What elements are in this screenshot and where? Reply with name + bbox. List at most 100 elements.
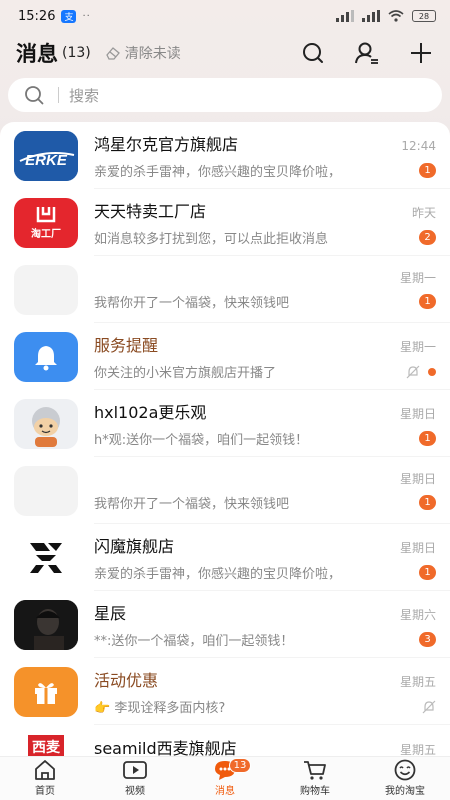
cartoon-avatar-icon: [32, 406, 60, 447]
list-item[interactable]: 闪魔旗舰店 星期日 亲爱的杀手雷神，你感兴趣的宝贝降价啦， 1: [0, 524, 450, 591]
conversation-name: hxl102a更乐观: [94, 403, 207, 422]
bell-icon: [35, 345, 57, 370]
tab-video[interactable]: 视频: [90, 757, 180, 800]
unread-badge: 2: [419, 230, 436, 245]
conversation-time: 星期日: [399, 407, 436, 421]
taogongchang-logo-icon: [36, 207, 56, 223]
conversation-time: 星期一: [399, 270, 436, 285]
conversation-preview: 我帮你开了一个福袋，快来领钱吧: [94, 496, 290, 512]
conversation-preview: 👉 李现诠释多面内核?: [94, 701, 226, 716]
pointing-hand-icon: 👉: [94, 701, 111, 716]
avatar-placeholder: [14, 264, 78, 315]
tab-label: 消息: [215, 786, 235, 797]
conversation-preview: 亲爱的杀手雷神，你感兴趣的宝贝降价啦，: [94, 567, 342, 582]
battery-icon: 28: [412, 10, 436, 22]
tab-label: 我的淘宝: [385, 786, 425, 797]
alipay-notification-icon: 支: [61, 9, 77, 23]
contacts-button[interactable]: [354, 40, 380, 66]
conversation-preview: 我帮你开了一个福袋，快来领钱吧: [94, 295, 290, 311]
conversation-time: 星期六: [399, 608, 436, 622]
portrait-photo-icon: [14, 599, 78, 650]
conversation-time: 星期五: [399, 675, 436, 689]
video-icon: [123, 761, 147, 779]
unread-badge: 1: [419, 293, 436, 309]
taogongchang-logo-text: 淘工厂: [31, 229, 61, 240]
muted-icon: [406, 365, 420, 378]
conversation-name: 星辰: [94, 604, 127, 623]
status-time: 15:26: [18, 8, 56, 24]
list-item[interactable]: 服务提醒 星期一 你关注的小米官方旗舰店开播了: [0, 323, 450, 390]
conversation-preview: **:送你一个福袋，咱们一起领钱！: [94, 634, 294, 649]
list-item[interactable]: 星辰 星期六 **:送你一个福袋，咱们一起领钱！ 3: [0, 591, 450, 658]
conversation-time: 星期一: [399, 340, 436, 354]
shop-avatar-taogongchang: 淘工厂: [14, 197, 78, 248]
list-item[interactable]: hxl102a更乐观 星期日 h*观:送你一个福袋，咱们一起领钱！ 1: [0, 390, 450, 457]
tab-cart[interactable]: 购物车: [270, 757, 360, 800]
search-placeholder: 搜索: [69, 86, 100, 105]
status-bar: 15:26 支 ·· 28: [0, 0, 450, 32]
shanmo-logo-icon: [30, 542, 62, 573]
tab-messages[interactable]: 消息 13: [180, 757, 270, 800]
signal-icon: [336, 10, 354, 22]
conversation-name: 鸿星尔克官方旗舰店: [94, 135, 239, 154]
user-avatar-photo: [14, 599, 78, 650]
conversation-preview: 你关注的小米官方旗舰店开播了: [94, 366, 277, 381]
unread-badge: 1: [419, 163, 436, 178]
conversation-name: 闪魔旗舰店: [94, 537, 175, 556]
tab-label: 首页: [35, 786, 55, 797]
clear-unread-label: 清除未读: [124, 46, 181, 62]
unread-badge: 1: [419, 565, 436, 580]
search-button[interactable]: [300, 40, 326, 66]
list-item[interactable]: 活动优惠 星期五 👉 李现诠释多面内核?: [0, 658, 450, 725]
tab-label: 视频: [125, 786, 145, 797]
page-title: 消息: [16, 42, 58, 66]
conversation-name: 服务提醒: [94, 336, 159, 355]
conversation-name: 天天特卖工厂店: [94, 202, 207, 221]
avatar-placeholder: [14, 465, 78, 516]
user-avatar: [14, 398, 78, 449]
unread-count: (13): [62, 45, 91, 61]
message-list: ERKE 鸿星尔克官方旗舰店 12:44 亲爱的杀手雷神，你感兴趣的宝贝降价啦，…: [0, 122, 450, 760]
search-input[interactable]: 搜索: [8, 78, 442, 112]
smiley-face-icon: [394, 759, 416, 781]
eraser-icon: [105, 47, 120, 60]
shop-avatar-shanmo: [14, 532, 78, 583]
unread-dot: [428, 367, 436, 376]
wifi-icon: [388, 10, 404, 22]
unread-badge: 1: [419, 431, 436, 446]
conversation-preview: 如消息较多打扰到您，可以点此拒收消息: [94, 232, 329, 247]
search-icon: [25, 86, 44, 105]
service-reminder-avatar: [14, 331, 78, 382]
home-icon: [35, 760, 55, 780]
more-notifications-icon: ··: [82, 10, 91, 22]
conversation-time: 12:44: [401, 139, 436, 153]
list-item[interactable]: 淘工厂 天天特卖工厂店 昨天 如消息较多打扰到您，可以点此拒收消息 2: [0, 189, 450, 256]
conversation-time: 昨天: [411, 206, 436, 220]
list-item[interactable]: ERKE 鸿星尔克官方旗舰店 12:44 亲爱的杀手雷神，你感兴趣的宝贝降价啦，…: [0, 122, 450, 189]
add-button[interactable]: [408, 40, 434, 66]
list-item[interactable]: 星期日 我帮你开了一个福袋，快来领钱吧 1: [0, 457, 450, 524]
conversation-time: 星期日: [399, 541, 436, 555]
conversation-name: 活动优惠: [94, 671, 159, 690]
list-item[interactable]: 星期一 我帮你开了一个福袋，快来领钱吧 1: [0, 256, 450, 323]
contacts-icon: [355, 42, 378, 64]
clear-unread-button[interactable]: 清除未读: [105, 43, 181, 63]
unread-badge: 1: [419, 494, 436, 510]
unread-badge: 3: [419, 632, 436, 647]
tab-my-taobao[interactable]: 我的淘宝: [360, 757, 450, 800]
search-icon: [303, 43, 323, 63]
signal-icon-2: [362, 10, 380, 22]
gift-icon: [35, 682, 57, 704]
conversation-time: 星期日: [399, 471, 436, 486]
promotion-avatar: [14, 666, 78, 717]
tab-label: 购物车: [300, 786, 330, 797]
shop-avatar-erke: ERKE: [14, 130, 78, 181]
messages-header: 消息 (13) 清除未读: [0, 32, 450, 74]
tab-home[interactable]: 首页: [0, 757, 90, 800]
bottom-tab-bar: 首页 视频 消息 13 购物车 我的淘宝: [0, 756, 450, 800]
conversation-preview: 亲爱的杀手雷神，你感兴趣的宝贝降价啦，: [94, 165, 342, 180]
list-item[interactable]: 西麦 seamild西麦旗舰店 星期五: [0, 725, 450, 760]
search-divider: [58, 87, 59, 103]
erke-logo-icon: ERKE: [14, 130, 78, 181]
muted-icon: [422, 700, 436, 713]
